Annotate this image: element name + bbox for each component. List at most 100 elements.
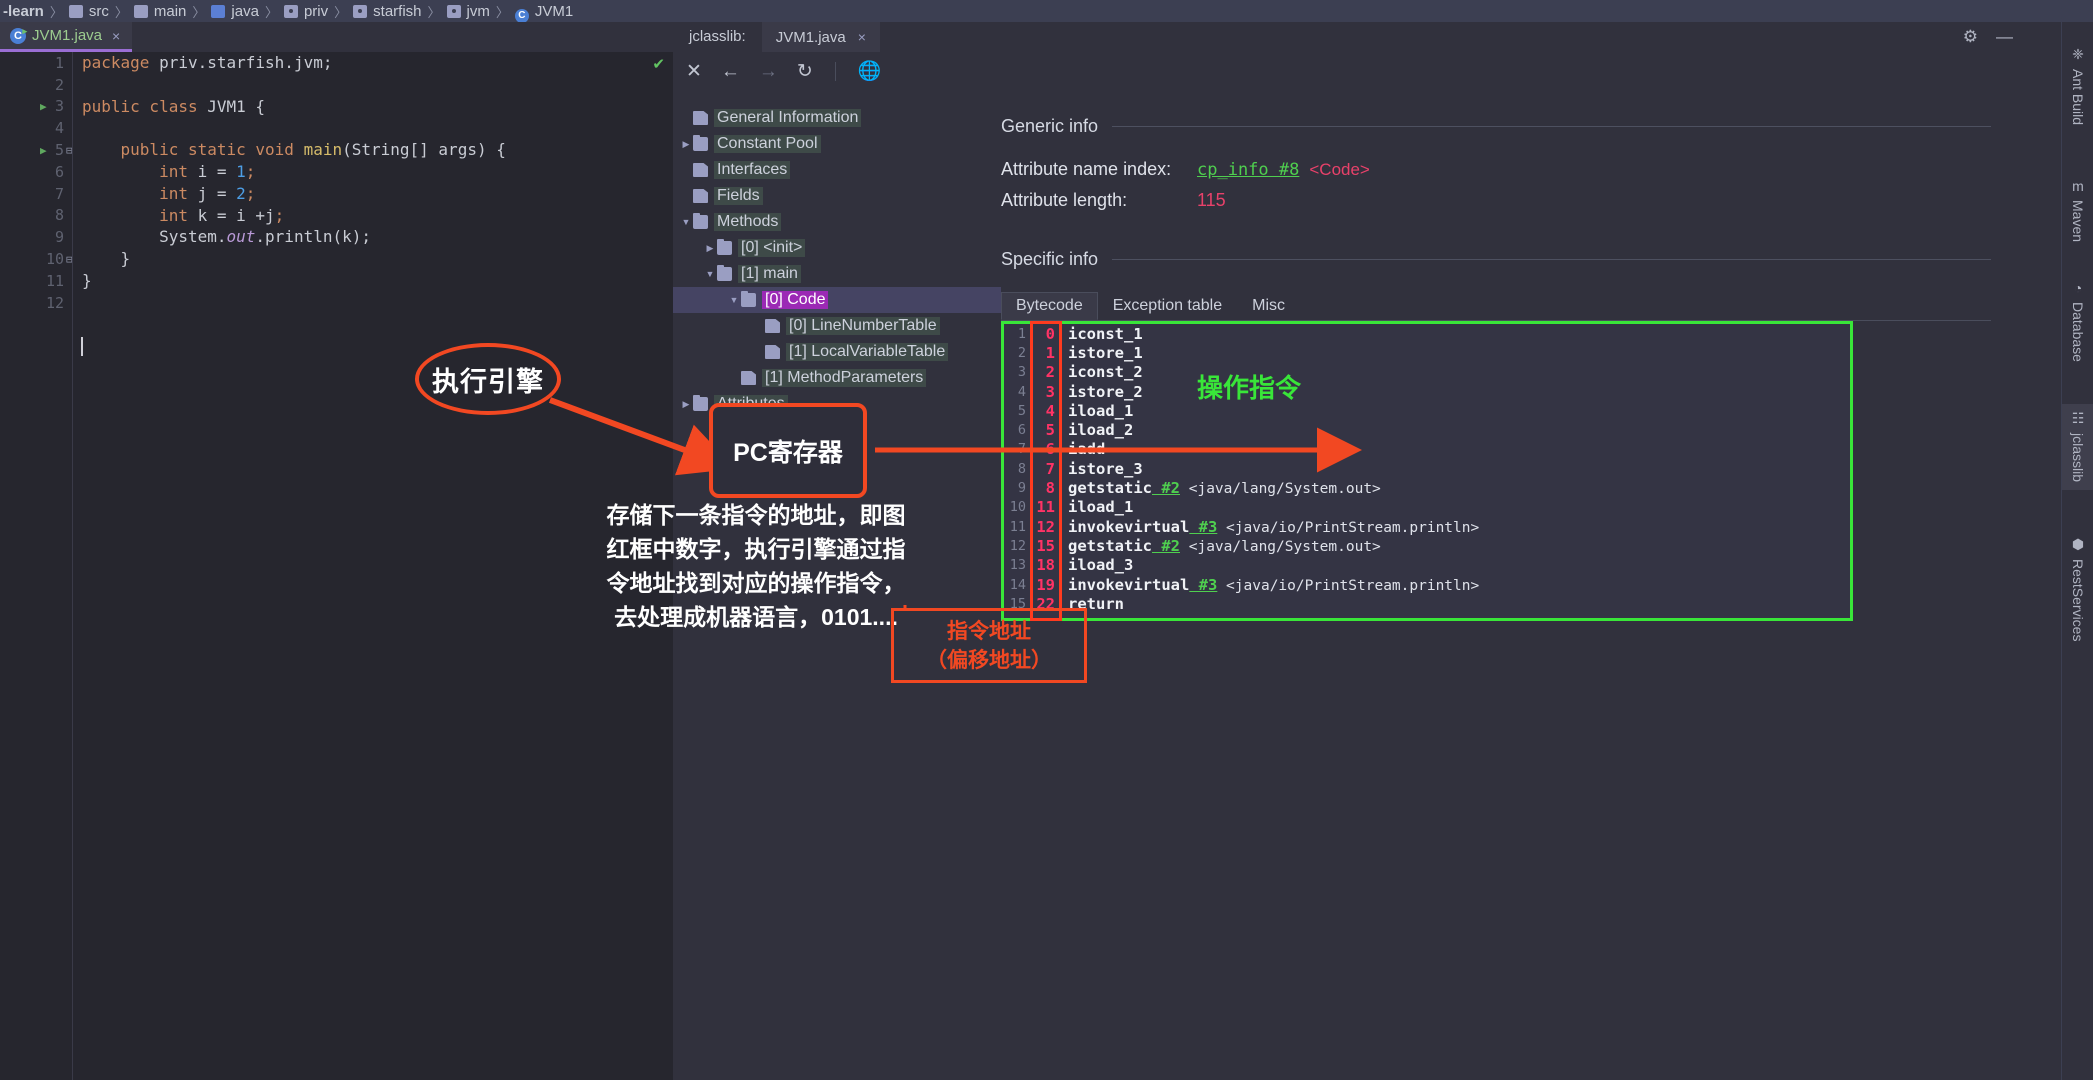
tree-node-1methodparameters[interactable]: ▶ [1] MethodParameters [673, 365, 1001, 391]
tool-window-maven[interactable]: m Maven [2062, 172, 2093, 250]
gutter-line[interactable]: 1 [0, 52, 72, 74]
breadcrumb-item-learn[interactable]: -learn [0, 3, 47, 20]
constant-pool-ref-link[interactable]: #2 [1152, 537, 1180, 555]
bytecode-row[interactable]: 4 3 istore_2 [1004, 382, 1850, 401]
chevron-down-icon[interactable]: ▼ [703, 269, 717, 279]
gutter-line[interactable]: 2 [0, 74, 72, 96]
bytecode-row[interactable]: 10 11 iload_1 [1004, 498, 1850, 517]
bytecode-row[interactable]: 11 12 invokevirtual #3 <java/io/PrintStrea… [1004, 517, 1850, 536]
chevron-down-icon[interactable]: ▼ [727, 295, 741, 305]
bytecode-row[interactable]: 2 1 istore_1 [1004, 343, 1850, 362]
gutter-line[interactable]: 12 [0, 292, 72, 314]
right-tool-strip[interactable]: ❈ Ant Build m Maven ◔ Database ☷ jclasslib ⬢ Rest… [2061, 22, 2093, 1080]
tree-node-1localvariabletable[interactable]: ▶ [1] LocalVariableTable [673, 339, 1001, 365]
bytecode-row[interactable]: 3 2 iconst_2 [1004, 363, 1850, 382]
chevron-down-icon[interactable]: ▼ [679, 217, 693, 227]
close-icon[interactable]: ✕ [686, 62, 702, 81]
bytecode-row[interactable]: 1 0 iconst_1 [1004, 324, 1850, 343]
tab-bytecode[interactable]: Bytecode [1001, 292, 1098, 320]
tool-window-jclasslib[interactable]: ☷ jclasslib [2062, 404, 2093, 491]
bytecode-row[interactable]: 6 5 iload_2 [1004, 420, 1850, 439]
bytecode-row[interactable]: 5 4 iload_1 [1004, 401, 1850, 420]
tree-node-constantpool[interactable]: ▶ Constant Pool [673, 131, 1001, 157]
gear-icon[interactable]: ⚙ [1963, 27, 1978, 47]
tree-node-0init[interactable]: ▶ [0] <init> [673, 235, 1001, 261]
breadcrumb-item-starfish[interactable]: starfish [350, 3, 424, 20]
code-line[interactable] [73, 74, 673, 96]
tree-node-label: [0] LineNumberTable [786, 317, 940, 335]
bytecode-row[interactable]: 7 6 iadd [1004, 440, 1850, 459]
tab-exceptiontable[interactable]: Exception table [1097, 292, 1238, 320]
gutter-line[interactable]: 8 [0, 205, 72, 227]
close-icon[interactable]: × [112, 28, 120, 44]
tree-node-interfaces[interactable]: ▶ Interfaces [673, 157, 1001, 183]
chevron-right-icon[interactable]: ▶ [679, 139, 693, 150]
gutter-line[interactable]: ⊟ 10 [0, 248, 73, 270]
breadcrumb[interactable]: -learn 〉 src 〉 main 〉 java 〉 priv 〉 starfish 〉 jvm 〉 C… [0, 0, 2093, 22]
gutter-line[interactable]: 7 [0, 183, 72, 205]
tree-node-1main[interactable]: ▼ [1] main [673, 261, 1001, 287]
code-line[interactable]: } [73, 248, 673, 270]
tree-node-methods[interactable]: ▼ Methods [673, 209, 1001, 235]
constant-pool-ref-link[interactable]: #3 [1189, 576, 1218, 594]
code-line[interactable] [73, 292, 673, 314]
tool-window-antbuild[interactable]: ❈ Ant Build [2062, 40, 2093, 133]
code-line[interactable]: } [73, 270, 673, 292]
tree-node-0linenumbertable[interactable]: ▶ [0] LineNumberTable [673, 313, 1001, 339]
back-arrow-icon[interactable]: ← [721, 62, 740, 81]
specific-info-tabs[interactable]: Bytecode Exception table Misc [1001, 292, 1991, 321]
gutter-line[interactable]: ▶ 3 [0, 96, 72, 118]
bytecode-row[interactable]: 12 15 getstatic #2 <java/lang/System.out> [1004, 536, 1850, 555]
constant-pool-ref-link[interactable]: #3 [1189, 518, 1218, 536]
gutter-line[interactable]: 6 [0, 161, 72, 183]
jclasslib-tab-jvm1[interactable]: JVM1.java × [761, 22, 880, 52]
code-line[interactable]: int k = i +j; [73, 205, 673, 227]
constant-pool-ref-link[interactable]: #2 [1152, 479, 1180, 497]
bytecode-row[interactable]: 13 18 iload_3 [1004, 556, 1850, 575]
tab-misc[interactable]: Misc [1237, 292, 1301, 320]
run-gutter-icon[interactable]: ▶ [40, 144, 47, 157]
bytecode-row[interactable]: 15 22 return [1004, 594, 1850, 613]
close-icon[interactable]: × [858, 29, 866, 45]
gutter-line[interactable]: 4 [0, 117, 72, 139]
gutter-line[interactable]: 9 [0, 226, 72, 248]
bytecode-row[interactable]: 14 19 invokevirtual #3 <java/io/PrintStrea… [1004, 575, 1850, 594]
globe-icon[interactable]: 🌐 [858, 59, 882, 83]
bytecode-listing[interactable]: 1 0 iconst_1 2 1 istore_1 3 2 iconst_2 4 3 istore_2… [1001, 321, 1853, 621]
tool-window-database[interactable]: ◔ Database [2062, 274, 2093, 370]
breadcrumb-item-jvm[interactable]: jvm [444, 3, 493, 20]
breadcrumb-item-priv[interactable]: priv [281, 3, 331, 20]
tree-node-fields[interactable]: ▶ Fields [673, 183, 1001, 209]
tree-node-generalinformation[interactable]: ▶ General Information [673, 105, 1001, 131]
breadcrumb-item-main[interactable]: main [131, 3, 190, 20]
code-line[interactable]: package priv.starfish.jvm; [73, 52, 673, 74]
minimize-icon[interactable]: — [1996, 27, 2013, 47]
tool-window-label: jclasslib [2070, 433, 2086, 483]
bytecode-row[interactable]: 9 8 getstatic #2 <java/lang/System.out> [1004, 478, 1850, 497]
code-lines[interactable]: package priv.starfish.jvm; public class … [72, 52, 673, 1080]
code-editor[interactable]: ✔ 1 2 ▶ 3 4 ▶ ⊟ 5 6 7 8 9 ⊟ 10 11 12 package priv.starf… [0, 52, 673, 1080]
chevron-right-icon[interactable]: ▶ [703, 243, 717, 254]
breadcrumb-item-java[interactable]: java [208, 3, 262, 20]
code-line[interactable]: public class JVM1 { [73, 96, 673, 118]
forward-arrow-icon[interactable]: → [759, 62, 778, 81]
code-line[interactable] [73, 117, 673, 139]
code-line[interactable]: public static void main(String[] args) { [73, 139, 673, 161]
chevron-right-icon[interactable]: ▶ [679, 399, 693, 410]
code-line[interactable]: int i = 1; [73, 161, 673, 183]
attribute-name-index-link[interactable]: cp_info #8 [1197, 160, 1299, 180]
gutter-line[interactable]: ▶ ⊟ 5 [0, 139, 73, 161]
code-line[interactable]: System.out.println(k); [73, 226, 673, 248]
breadcrumb-item-src[interactable]: src [66, 3, 112, 20]
generic-info-table: Attribute name index: cp_info #8 <Code> … [1001, 159, 1991, 221]
breadcrumb-item-jvm1[interactable]: C JVM1 [512, 3, 576, 22]
tree-node-0code[interactable]: ▼ [0] Code [673, 287, 1001, 313]
gutter-line[interactable]: 11 [0, 270, 72, 292]
tool-window-restservices[interactable]: ⬢ RestServices [2062, 530, 2093, 649]
line-number-gutter[interactable]: 1 2 ▶ 3 4 ▶ ⊟ 5 6 7 8 9 ⊟ 10 11 12 [0, 52, 73, 1080]
bytecode-row[interactable]: 8 7 istore_3 [1004, 459, 1850, 478]
reload-icon[interactable]: ↻ [797, 62, 813, 81]
run-gutter-icon[interactable]: ▶ [40, 100, 47, 113]
editor-tab-jvm1[interactable]: C JVM1.java × [0, 22, 133, 52]
code-line[interactable]: int j = 2; [73, 183, 673, 205]
